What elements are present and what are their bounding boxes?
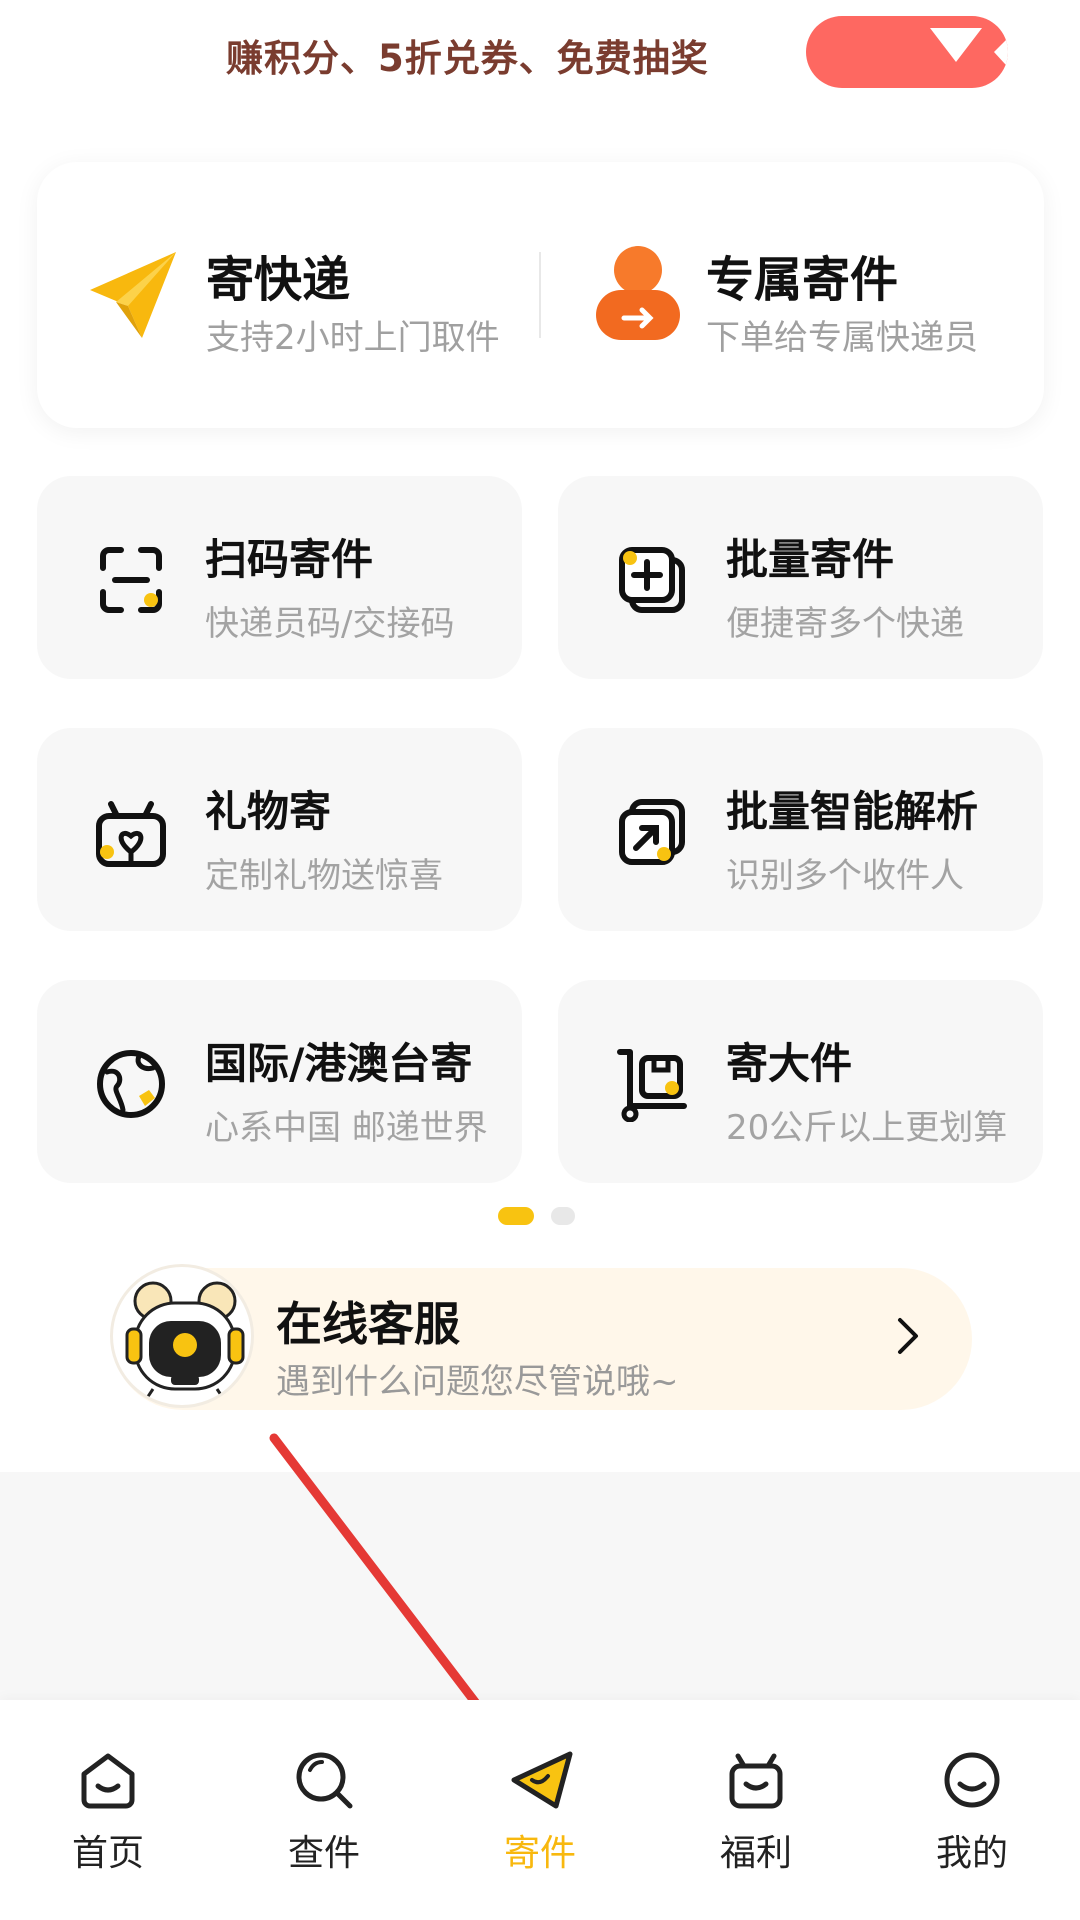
- nav-label-profile: 我的: [935, 1833, 1008, 1874]
- nav-item-track[interactable]: 查件: [244, 1742, 404, 1892]
- tile-large-send[interactable]: 寄大件 20公斤以上更划算: [558, 980, 1043, 1183]
- courier-person-icon: [596, 246, 680, 340]
- promo-button[interactable]: [806, 16, 1008, 88]
- send-express-subtitle: 支持2小时上门取件: [206, 318, 500, 358]
- scan-icon: [100, 547, 162, 613]
- globe-icon: [97, 1050, 165, 1118]
- pager-dot[interactable]: [551, 1207, 575, 1225]
- send-icon: [511, 1751, 573, 1809]
- nav-label-track: 查件: [287, 1833, 360, 1874]
- nav-item-send[interactable]: 寄件: [460, 1742, 620, 1892]
- card-divider: [539, 252, 541, 338]
- wifi-sash-icon: [930, 28, 1008, 68]
- batch-add-icon: [619, 547, 685, 613]
- home-icon: [81, 1753, 135, 1809]
- tile-subtitle: 快递员码/交接码: [205, 604, 455, 644]
- robot-avatar: [110, 1264, 254, 1408]
- tile-subtitle: 定制礼物送惊喜: [205, 856, 443, 896]
- search-icon: [296, 1752, 353, 1809]
- service-title: 在线客服: [276, 1297, 460, 1351]
- send-express-title: 寄快递: [206, 252, 351, 308]
- tile-subtitle: 20公斤以上更划算: [726, 1108, 1008, 1148]
- exclusive-send-title: 专属寄件: [706, 252, 899, 308]
- service-subtitle: 遇到什么问题您尽管说哦~: [276, 1362, 679, 1402]
- tile-batch-send[interactable]: 批量寄件 便捷寄多个快递: [558, 476, 1043, 679]
- tile-title: 批量智能解析: [726, 787, 979, 836]
- nav-item-home[interactable]: 首页: [28, 1742, 188, 1892]
- tile-title: 寄大件: [726, 1039, 853, 1088]
- gift-icon: [96, 801, 166, 867]
- tile-smart-parse[interactable]: 批量智能解析 识别多个收件人: [558, 728, 1043, 931]
- exclusive-send-subtitle: 下单给专属快递员: [706, 318, 978, 358]
- smart-parse-icon: [619, 799, 685, 865]
- nav-label-home: 首页: [71, 1833, 144, 1874]
- promo-text[interactable]: 赚积分、5折兑券、免费抽奖: [226, 28, 709, 82]
- tile-gift-send[interactable]: 礼物寄 定制礼物送惊喜: [37, 728, 522, 931]
- chevron-right-icon[interactable]: [896, 1316, 920, 1356]
- tile-title: 批量寄件: [726, 535, 895, 584]
- paper-plane-icon: [90, 252, 176, 338]
- tile-international-send[interactable]: 国际/港澳台寄 心系中国 邮递世界: [37, 980, 522, 1183]
- tile-title: 国际/港澳台寄: [205, 1039, 473, 1088]
- tile-subtitle: 识别多个收件人: [726, 856, 964, 896]
- tile-subtitle: 便捷寄多个快递: [726, 604, 964, 644]
- tile-subtitle: 心系中国 邮递世界: [205, 1108, 488, 1148]
- profile-smile-icon: [944, 1752, 1000, 1808]
- cart-box-icon: [617, 1049, 687, 1122]
- tile-title: 扫码寄件: [205, 535, 374, 584]
- nav-label-welfare: 福利: [719, 1833, 792, 1874]
- robot-avatar-icon: [125, 1281, 245, 1405]
- tile-title: 礼物寄: [205, 787, 332, 836]
- nav-label-send: 寄件: [503, 1833, 576, 1874]
- pager-dot-active[interactable]: [498, 1207, 534, 1225]
- nav-item-profile[interactable]: 我的: [892, 1742, 1052, 1892]
- tile-scan-send[interactable]: 扫码寄件 快递员码/交接码: [37, 476, 522, 679]
- gift-tv-icon: [729, 1753, 783, 1809]
- nav-item-welfare[interactable]: 福利: [676, 1742, 836, 1892]
